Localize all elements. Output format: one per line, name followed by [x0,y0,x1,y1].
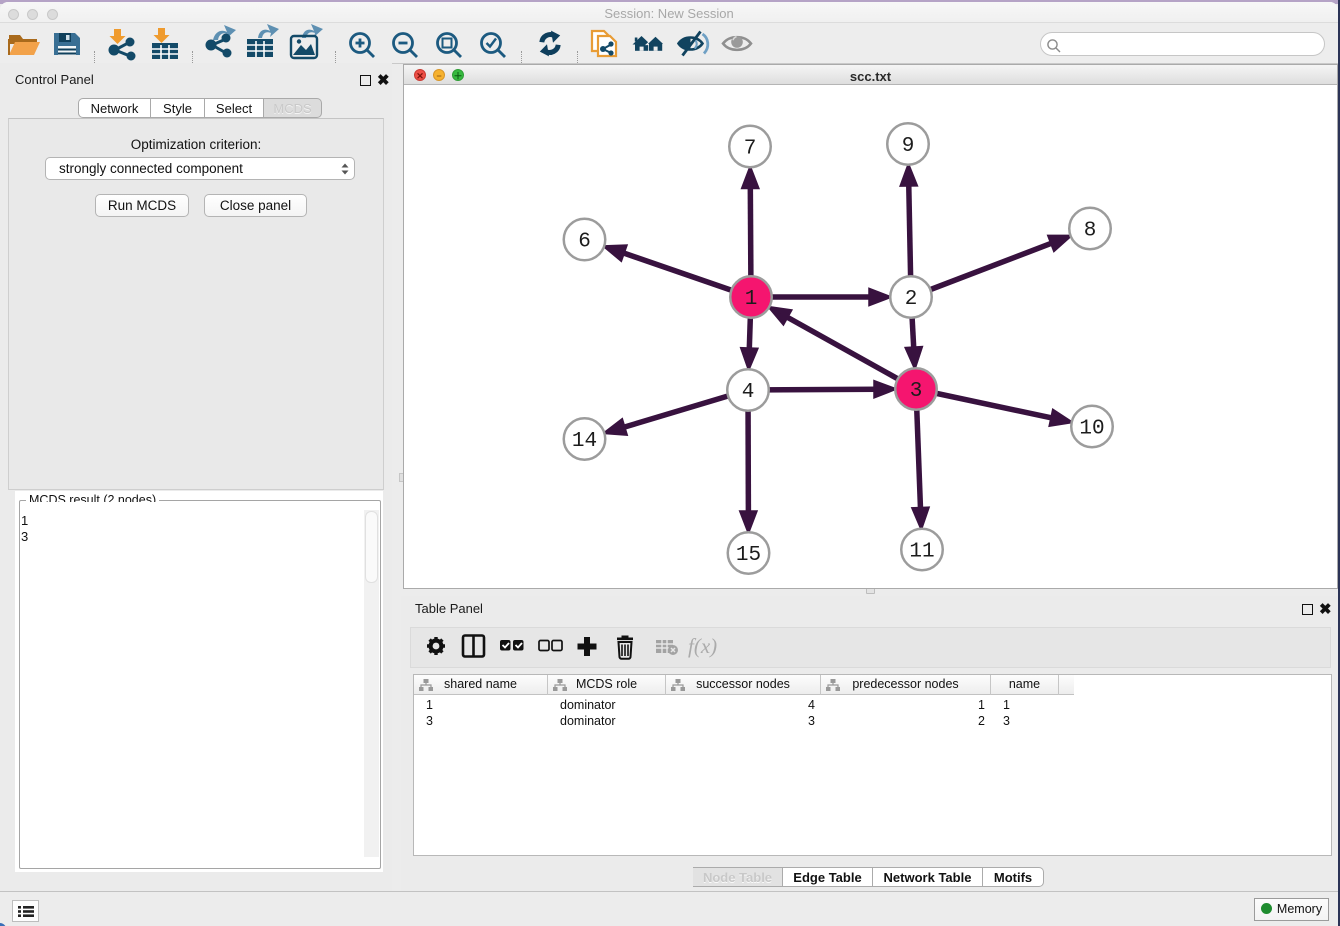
svg-text:f(x): f(x) [688,634,717,658]
